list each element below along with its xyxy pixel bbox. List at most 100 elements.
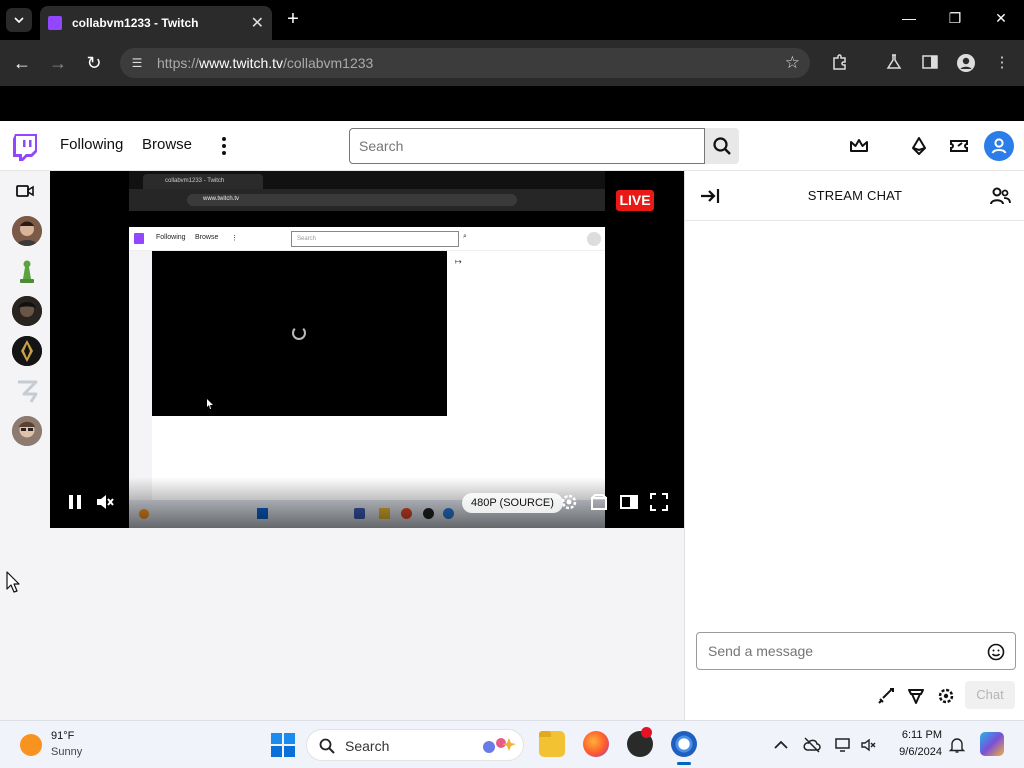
- windows-start-icon[interactable]: [271, 733, 295, 757]
- reload-button[interactable]: ↻: [82, 52, 106, 74]
- twitch-top-nav: Following Browse: [0, 121, 1024, 171]
- close-tab-icon[interactable]: ✕: [251, 13, 264, 33]
- chat-settings-gear-icon[interactable]: [936, 686, 956, 706]
- taskbar-search-box[interactable]: Search: [306, 729, 524, 761]
- clip-icon[interactable]: [589, 492, 609, 512]
- tab-search-button[interactable]: [6, 8, 32, 32]
- bookmark-star-icon[interactable]: ☆: [785, 53, 800, 73]
- channel-avatar-2[interactable]: [12, 256, 42, 286]
- forward-button[interactable]: →: [46, 52, 70, 74]
- firefox-icon[interactable]: [583, 731, 609, 757]
- emote-picker-icon[interactable]: [987, 643, 1005, 661]
- quality-badge[interactable]: 480P (SOURCE): [462, 493, 563, 513]
- tab-title: collabvm1233 - Twitch: [72, 16, 199, 30]
- mouse-cursor-icon: [6, 571, 20, 593]
- weather-temperature[interactable]: 91°F: [51, 730, 74, 742]
- url-host: www.twitch.tv: [199, 55, 284, 71]
- chat-message-input[interactable]: [697, 633, 977, 669]
- file-explorer-icon[interactable]: [539, 731, 565, 757]
- settings-gear-icon[interactable]: [559, 492, 579, 512]
- channel-avatar-4[interactable]: [12, 336, 42, 366]
- notification-badge: [641, 727, 652, 738]
- stream-url-host: www.twitch.tv: [203, 196, 240, 202]
- network-display-icon[interactable]: [834, 736, 852, 754]
- bits-gem-icon[interactable]: [908, 135, 930, 157]
- stream-sidebar: [129, 251, 152, 500]
- mute-button[interactable]: [95, 492, 115, 512]
- channel-avatar-6[interactable]: [12, 416, 42, 446]
- extensions-icon[interactable]: [829, 53, 851, 75]
- browser-tab-strip: collabvm1233 - Twitch ✕ + — ❐ ✕: [0, 0, 1024, 40]
- notification-bell-icon[interactable]: [948, 736, 966, 754]
- twitch-logo-icon[interactable]: [12, 133, 38, 161]
- weather-description[interactable]: Sunny: [51, 746, 82, 758]
- profile-icon[interactable]: [955, 53, 977, 75]
- bits-cheer-icon[interactable]: [906, 686, 926, 706]
- browser-tab[interactable]: collabvm1233 - Twitch ✕: [40, 6, 272, 40]
- copilot-icon[interactable]: [980, 732, 1004, 756]
- search-button[interactable]: [705, 128, 739, 164]
- user-icon: [991, 138, 1007, 154]
- theatre-mode-icon[interactable]: [619, 492, 639, 512]
- browser-toolbar: ← → ↻ ☰ https://www.twitch.tv/collabvm12…: [0, 40, 1024, 86]
- more-options-icon[interactable]: [218, 134, 230, 158]
- site-info-icon[interactable]: ☰: [128, 54, 146, 72]
- live-badge: LIVE: [616, 190, 654, 211]
- video-player[interactable]: collabvm1233 - Twitch www.twitch.tv Foll…: [50, 171, 684, 528]
- address-bar[interactable]: ☰ https://www.twitch.tv/collabvm1233 ☆: [120, 48, 810, 78]
- pause-button[interactable]: [65, 492, 85, 512]
- url-path: /collabvm1233: [283, 55, 374, 71]
- drops-ticket-icon[interactable]: [948, 135, 970, 157]
- stream-twitch-nav: Following Browse ⋮ Search ⌕: [129, 227, 605, 251]
- followed-channels-sidebar: [0, 171, 50, 720]
- stream-kebab-icon: ⋮: [231, 235, 238, 242]
- side-panel-icon[interactable]: [919, 53, 941, 75]
- restore-button[interactable]: ❐: [932, 10, 978, 27]
- back-button[interactable]: ←: [10, 52, 34, 74]
- more-menu-icon[interactable]: ⋮: [991, 53, 1013, 75]
- channel-points-sword-icon[interactable]: [876, 686, 896, 706]
- chat-send-button[interactable]: Chat: [965, 681, 1015, 709]
- tray-chevron-up-icon[interactable]: [772, 736, 790, 754]
- new-tab-button[interactable]: +: [282, 8, 304, 30]
- obs-app-icon[interactable]: [627, 727, 653, 757]
- community-users-icon[interactable]: [989, 186, 1011, 206]
- fullscreen-icon[interactable]: [649, 492, 669, 512]
- labs-flask-icon[interactable]: [883, 53, 905, 75]
- chat-title: STREAM CHAT: [807, 188, 903, 203]
- stream-bookmark-bar: [129, 211, 605, 227]
- nav-browse-link[interactable]: Browse: [142, 136, 192, 153]
- search-field[interactable]: [349, 128, 705, 164]
- search-input[interactable]: [350, 129, 704, 163]
- clock-date[interactable]: 9/6/2024: [884, 746, 942, 758]
- prime-crown-icon[interactable]: [848, 135, 870, 157]
- stream-address-bar: www.twitch.tv: [187, 194, 517, 206]
- stream-browser-tabs: collabvm1233 - Twitch: [129, 171, 605, 189]
- url-text[interactable]: https://www.twitch.tv/collabvm1233: [157, 55, 373, 71]
- user-avatar[interactable]: [984, 131, 1014, 161]
- weather-sun-icon[interactable]: [20, 734, 42, 756]
- chat-message-field[interactable]: [696, 632, 1016, 670]
- stream-inner-player: [152, 251, 447, 416]
- close-window-button[interactable]: ✕: [978, 10, 1024, 27]
- channel-avatar-1[interactable]: [12, 216, 42, 246]
- channel-avatar-3[interactable]: [12, 296, 42, 326]
- channel-avatar-5[interactable]: [12, 376, 42, 406]
- stream-following-text: Following: [156, 234, 186, 241]
- taskbar-search-label: Search: [345, 738, 390, 754]
- channel-info-area: [50, 528, 684, 720]
- onedrive-offline-icon[interactable]: [803, 736, 821, 754]
- loading-spinner-icon: [292, 326, 306, 340]
- minimize-button[interactable]: —: [886, 10, 932, 26]
- stream-browser-toolbar: www.twitch.tv: [129, 189, 605, 211]
- stream-chat-panel: STREAM CHAT Chat: [684, 171, 1024, 720]
- clock-time[interactable]: 6:11 PM: [884, 729, 942, 741]
- stream-search-icon: ⌕: [463, 233, 467, 240]
- search-icon: [713, 137, 731, 155]
- player-controls: 480P (SOURCE): [50, 477, 684, 528]
- volume-muted-icon[interactable]: [860, 736, 878, 754]
- chrome-browser-icon[interactable]: [671, 731, 697, 765]
- live-channels-camera-icon: [16, 185, 34, 197]
- twitch-favicon: [48, 16, 62, 30]
- nav-following-link[interactable]: Following: [60, 136, 123, 153]
